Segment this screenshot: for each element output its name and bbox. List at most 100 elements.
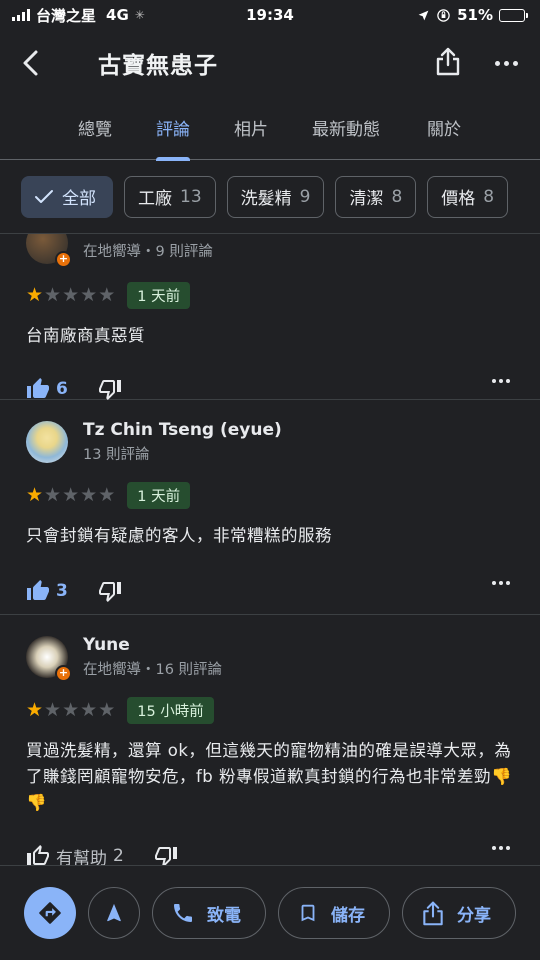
header-actions xyxy=(435,46,518,80)
dislike-button[interactable] xyxy=(98,579,122,603)
checkmark-icon xyxy=(35,189,53,203)
like-count: 6 xyxy=(56,379,68,399)
review-author[interactable]: + 在地嚮導・9 則評論 xyxy=(0,234,540,268)
like-button[interactable]: 6 xyxy=(26,377,68,401)
chip-label: 價格 xyxy=(441,189,476,209)
review-text: 只會封鎖有疑慮的客人，非常糟糕的服務 xyxy=(26,526,332,545)
status-time: 19:34 xyxy=(246,6,294,24)
chip-label: 工廠 xyxy=(138,189,172,209)
call-label: 致電 xyxy=(207,905,241,926)
filter-chip-all[interactable]: 全部 xyxy=(21,175,113,218)
reviews-list[interactable]: + 在地嚮導・9 則評論 ★ ★ ★ ★ ★ 1 天前 台南廠商真惡質 6 Tz… xyxy=(0,234,540,865)
thumbs-down-icon xyxy=(154,847,177,865)
rating-row: ★ ★ ★ ★ ★ 15 小時前 xyxy=(0,697,540,724)
local-guide-badge-icon: + xyxy=(55,665,72,682)
dislike-button[interactable] xyxy=(98,377,122,401)
battery-percent: 51% xyxy=(457,6,493,24)
review-author[interactable]: + Yune 在地嚮導・16 則評論 xyxy=(0,635,540,682)
share-place-button[interactable]: 分享 xyxy=(402,887,516,939)
local-guide-badge-icon: + xyxy=(55,251,72,268)
avatar[interactable] xyxy=(26,421,68,463)
filter-chip-cleaning[interactable]: 清潔 8 xyxy=(335,175,417,218)
helpful-button[interactable]: 有幫助 2 xyxy=(26,844,124,866)
tab-updates[interactable]: 最新動態 xyxy=(312,96,380,159)
status-left: 台灣之星 4G ✳ xyxy=(12,5,145,26)
share-label: 分享 xyxy=(457,905,491,926)
filter-chip-price[interactable]: 價格 8 xyxy=(427,175,509,218)
tab-photos[interactable]: 相片 xyxy=(234,96,268,159)
author-meta: 13 則評論 xyxy=(83,447,150,463)
review-more-button[interactable] xyxy=(492,379,510,383)
share-icon xyxy=(436,47,460,76)
directions-icon xyxy=(39,902,61,924)
signal-icon xyxy=(12,9,30,21)
review-text: 台南廠商真惡質 xyxy=(26,326,145,345)
chip-count: 13 xyxy=(180,186,202,207)
thumbs-down-icon xyxy=(98,380,121,400)
thumbs-down-icon xyxy=(98,582,121,602)
like-count: 2 xyxy=(113,846,124,865)
tab-bar: 總覽 評論 相片 最新動態 關於 xyxy=(0,96,540,161)
dislike-button[interactable] xyxy=(154,844,178,865)
phone-icon xyxy=(174,904,192,922)
page-title: 古寶無患子 xyxy=(98,53,218,79)
navigation-arrow-icon xyxy=(107,903,121,922)
tab-label: 總覽 xyxy=(78,120,112,140)
call-button[interactable]: 致電 xyxy=(152,887,266,939)
tab-about[interactable]: 關於 xyxy=(427,96,461,159)
review-text: 買過洗髮精，還算 ok，但這幾天的寵物精油的確是誤導大眾，為了賺錢罔顧寵物安危，… xyxy=(26,741,513,812)
review-card: + Yune 在地嚮導・16 則評論 ★ ★ ★ ★ ★ 15 小時前 買過洗髮精，還算… xyxy=(0,615,540,865)
avatar[interactable]: + xyxy=(26,234,72,268)
back-button[interactable] xyxy=(16,48,46,78)
filter-chip-shampoo[interactable]: 洗髮精 9 xyxy=(226,175,325,218)
star-rating: ★ ★ ★ ★ ★ xyxy=(26,284,116,306)
author-meta: 在地嚮導・16 則評論 xyxy=(83,662,223,678)
network-type: 4G xyxy=(106,6,129,24)
orientation-lock-icon xyxy=(437,8,450,22)
filter-chip-factory[interactable]: 工廠 13 xyxy=(124,175,216,218)
save-button[interactable]: 儲存 xyxy=(278,887,390,939)
author-name: Tz Chin Tseng (eyue) xyxy=(83,420,282,440)
more-options-button[interactable] xyxy=(495,60,518,66)
location-arrow-icon xyxy=(418,10,429,20)
status-bar: 台灣之星 4G ✳ 19:34 51% xyxy=(0,0,540,30)
tab-overview[interactable]: 總覽 xyxy=(78,96,112,159)
thumbs-up-filled-icon xyxy=(27,580,49,600)
author-name: Yune xyxy=(83,635,130,655)
rating-row: ★ ★ ★ ★ ★ 1 天前 xyxy=(0,482,540,509)
start-navigation-button[interactable] xyxy=(88,887,140,939)
share-button[interactable] xyxy=(435,46,461,80)
review-author[interactable]: Tz Chin Tseng (eyue) 13 則評論 xyxy=(0,420,540,464)
review-card: Tz Chin Tseng (eyue) 13 則評論 ★ ★ ★ ★ ★ 1 天前 只… xyxy=(0,400,540,615)
like-button[interactable]: 3 xyxy=(26,579,68,603)
review-filter-chips: 全部 工廠 13 洗髮精 9 清潔 8 價格 8 xyxy=(0,160,540,234)
helpful-label: 有幫助 xyxy=(56,848,107,866)
directions-button[interactable] xyxy=(24,887,76,939)
bottom-action-bar: 致電 儲存 分享 xyxy=(0,865,540,960)
review-time-badge: 15 小時前 xyxy=(127,697,214,724)
author-meta: 在地嚮導・9 則評論 xyxy=(83,243,213,260)
tab-reviews[interactable]: 評論 xyxy=(156,96,190,161)
review-more-button[interactable] xyxy=(492,846,510,850)
review-time-badge: 1 天前 xyxy=(127,282,191,309)
back-arrow-icon xyxy=(23,50,38,76)
author-info: Yune 在地嚮導・16 則評論 xyxy=(83,635,222,679)
carrier-name: 台灣之星 xyxy=(36,6,97,25)
tab-label: 關於 xyxy=(427,120,461,140)
share-icon xyxy=(423,901,443,926)
review-more-button[interactable] xyxy=(492,581,510,585)
chip-count: 8 xyxy=(483,186,495,207)
review-time-badge: 1 天前 xyxy=(127,482,191,509)
review-actions: 3 xyxy=(0,571,540,611)
chip-count: 8 xyxy=(391,186,403,207)
author-info: Tz Chin Tseng (eyue) 13 則評論 xyxy=(83,420,282,464)
star-rating: ★ ★ ★ ★ ★ xyxy=(26,484,116,506)
tab-label: 相片 xyxy=(234,120,268,140)
rating-row: ★ ★ ★ ★ ★ 1 天前 xyxy=(0,282,540,309)
loading-spinner-icon: ✳ xyxy=(134,8,145,22)
avatar[interactable]: + xyxy=(26,636,72,682)
chip-label: 清潔 xyxy=(349,189,384,209)
tab-label: 評論 xyxy=(156,120,190,140)
author-info: 在地嚮導・9 則評論 xyxy=(83,234,213,261)
chip-label: 全部 xyxy=(62,189,96,209)
